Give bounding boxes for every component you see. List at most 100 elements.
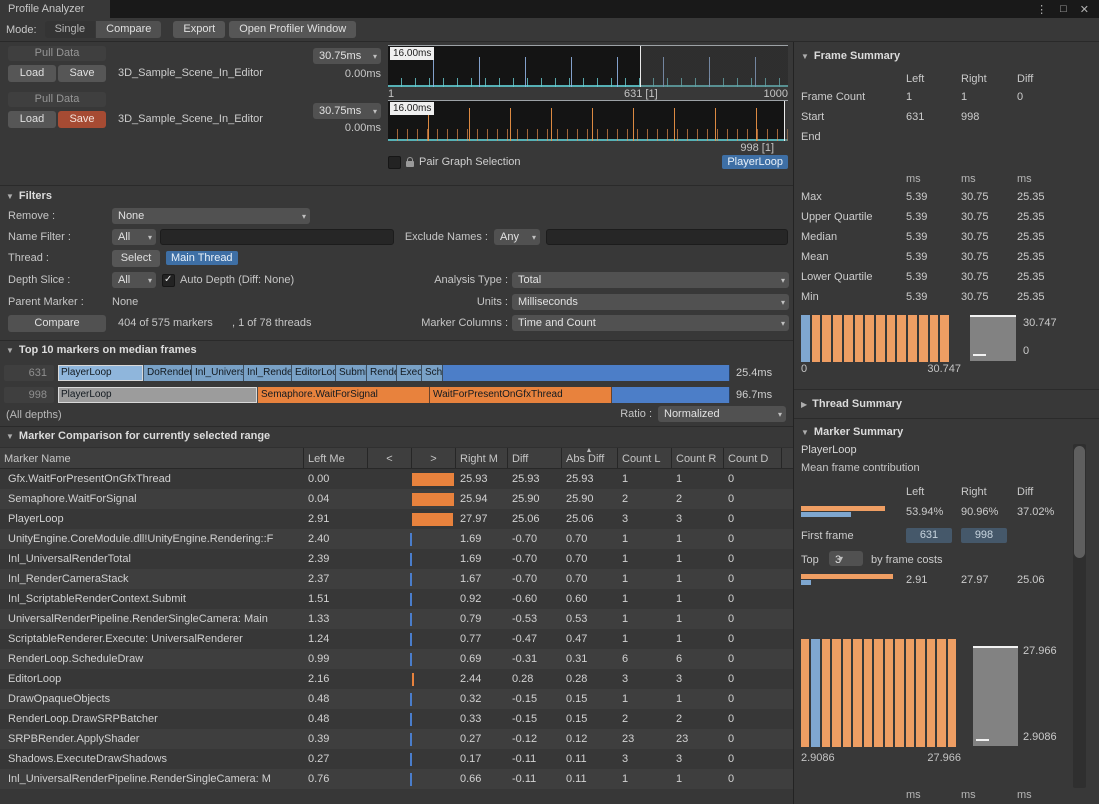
cell-count-left: 1 (618, 689, 672, 709)
frame-time-graph-right[interactable]: 16.00ms (388, 100, 788, 141)
thread-chip[interactable]: Main Thread (166, 251, 238, 265)
column-header[interactable]: Marker Name (0, 448, 304, 468)
cell-marker-name: DrawOpaqueObjects (0, 689, 304, 709)
auto-depth-checkbox[interactable] (162, 274, 175, 287)
summary-cell: 1 (961, 91, 967, 103)
first-frame-left-button[interactable]: 631 (906, 528, 952, 543)
top10-segment[interactable] (443, 365, 730, 381)
column-header[interactable]: Right M (456, 448, 508, 468)
marker-summary-header[interactable]: ▼ Marker Summary (801, 424, 1089, 440)
cell-right-ms: 0.69 (456, 649, 508, 669)
close-icon[interactable]: ✕ (1080, 3, 1089, 16)
foldout-icon: ▼ (6, 192, 14, 201)
marker-columns-dropdown[interactable]: Time and Count▾ (512, 315, 789, 331)
table-row[interactable]: UniversalRenderPipeline.RenderSingleCame… (0, 609, 793, 629)
cell-bar-less (368, 469, 412, 489)
frame-summary-header[interactable]: ▼ Frame Summary (801, 48, 1089, 64)
top-n-dropdown[interactable]: 3▾ (829, 551, 863, 566)
column-header[interactable]: Abs Diff▲ (562, 448, 618, 468)
column-header[interactable]: Diff (508, 448, 562, 468)
table-row[interactable]: Semaphore.WaitForSignal0.0425.9425.9025.… (0, 489, 793, 509)
top10-segment[interactable]: WaitForPresentOnGfxThread (430, 387, 612, 403)
top10-segment[interactable]: Semaphore.WaitForSignal (258, 387, 430, 403)
ratio-dropdown[interactable]: Normalized▾ (658, 406, 786, 422)
column-header[interactable]: > (412, 448, 456, 468)
thread-summary-header[interactable]: ▶ Thread Summary (801, 396, 1089, 412)
top-values-row: 2.91 27.97 25.06 (801, 571, 1089, 587)
cell-count-left: 1 (618, 589, 672, 609)
export-button[interactable]: Export (173, 21, 225, 38)
compare-button[interactable]: Compare (8, 315, 106, 332)
comparison-header-title[interactable]: ▼ Marker Comparison for currently select… (6, 430, 270, 442)
table-row[interactable]: Inl_ScriptableRenderContext.Submit1.510.… (0, 589, 793, 609)
table-row[interactable]: UnityEngine.CoreModule.dll!UnityEngine.R… (0, 529, 793, 549)
table-row[interactable]: EditorLoop2.162.440.280.28330 (0, 669, 793, 689)
top10-segment[interactable]: PlayerLoop (58, 365, 144, 381)
top10-segment[interactable]: Rende (367, 365, 397, 381)
exclude-dropdown[interactable]: Any▾ (494, 229, 540, 245)
top10-segment[interactable]: PlayerLoop (58, 387, 258, 403)
column-header[interactable]: Left Me (304, 448, 368, 468)
column-header[interactable]: Count R (672, 448, 724, 468)
table-row[interactable]: Inl_UniversalRenderPipeline.RenderSingle… (0, 769, 793, 789)
cell-count-left: 2 (618, 709, 672, 729)
axis-current: 998 [1] (740, 142, 774, 154)
mode-compare-button[interactable]: Compare (96, 21, 161, 38)
scrollbar[interactable] (1073, 444, 1086, 788)
first-frame-right-button[interactable]: 998 (961, 528, 1007, 543)
top10-segment[interactable] (612, 387, 730, 403)
selected-marker-chip[interactable]: PlayerLoop (722, 155, 788, 169)
table-row[interactable]: Shadows.ExecuteDrawShadows0.270.17-0.110… (0, 749, 793, 769)
kebab-menu-icon[interactable]: ⋮ (1036, 3, 1047, 16)
analysis-type-dropdown[interactable]: Total▾ (512, 272, 789, 288)
column-header[interactable]: Count D (724, 448, 782, 468)
table-row[interactable]: ScriptableRenderer.Execute: UniversalRen… (0, 629, 793, 649)
save-button-warning[interactable]: Save (58, 111, 106, 128)
table-row[interactable] (0, 789, 793, 804)
graph-range-dropdown-top[interactable]: 30.75ms▾ (313, 48, 381, 64)
top10-segment[interactable]: Sch (422, 365, 443, 381)
column-header[interactable]: < (368, 448, 412, 468)
frame-index-label[interactable]: 998 (4, 387, 54, 403)
top10-segment[interactable]: Inl_Univers (192, 365, 244, 381)
top10-segment[interactable]: Exec (397, 365, 422, 381)
top10-segment[interactable]: Submi (336, 365, 367, 381)
thread-label: Thread : (8, 252, 49, 264)
frame-time-graph-left[interactable]: 16.00ms (388, 45, 788, 87)
table-row[interactable]: DrawOpaqueObjects0.480.32-0.150.15110 (0, 689, 793, 709)
summary-column-headers: LeftRightDiff (801, 483, 1089, 499)
remove-dropdown[interactable]: None▾ (112, 208, 310, 224)
mode-single-button[interactable]: Single (45, 21, 96, 38)
filters-header[interactable]: ▼ Filters (6, 190, 52, 202)
name-filter-dropdown[interactable]: All▾ (112, 229, 156, 245)
table-row[interactable]: RenderLoop.ScheduleDraw0.990.69-0.310.31… (0, 649, 793, 669)
scrollbar-thumb[interactable] (1074, 446, 1085, 558)
units-dropdown[interactable]: Milliseconds▾ (512, 294, 789, 310)
table-row[interactable]: RenderLoop.DrawSRPBatcher0.480.33-0.150.… (0, 709, 793, 729)
load-button[interactable]: Load (8, 111, 56, 128)
load-button[interactable]: Load (8, 65, 56, 82)
table-row[interactable]: SRPBRender.ApplyShader0.390.27-0.120.122… (0, 729, 793, 749)
top10-segment[interactable]: DoRenderI (144, 365, 192, 381)
table-row[interactable]: Gfx.WaitForPresentOnGfxThread0.0025.9325… (0, 469, 793, 489)
marker-histogram[interactable] (801, 639, 956, 747)
graph-range-dropdown-bottom[interactable]: 30.75ms▾ (313, 103, 381, 119)
window-tab[interactable]: Profile Analyzer (0, 0, 110, 18)
save-button[interactable]: Save (58, 65, 106, 82)
cell-abs-diff: 0.15 (562, 689, 618, 709)
open-profiler-button[interactable]: Open Profiler Window (229, 21, 356, 38)
depth-slice-dropdown[interactable]: All▾ (112, 272, 156, 288)
top10-segment[interactable]: EditorLoo (292, 365, 336, 381)
maximize-icon[interactable]: □ (1060, 3, 1067, 15)
table-row[interactable]: Inl_RenderCameraStack2.371.67-0.700.7011… (0, 569, 793, 589)
thread-select-button[interactable]: Select (112, 250, 160, 267)
table-row[interactable]: PlayerLoop2.9127.9725.0625.06330 (0, 509, 793, 529)
frame-histogram[interactable] (801, 315, 949, 362)
pair-graph-checkbox[interactable] (388, 156, 401, 169)
table-row[interactable]: Inl_UniversalRenderTotal2.391.69-0.700.7… (0, 549, 793, 569)
top10-header[interactable]: ▼ Top 10 markers on median frames (6, 344, 197, 356)
column-header[interactable]: Count L (618, 448, 672, 468)
frame-index-label[interactable]: 631 (4, 365, 54, 381)
top10-segment[interactable]: Inl_Render (244, 365, 292, 381)
exclude-names-input[interactable] (546, 229, 788, 245)
